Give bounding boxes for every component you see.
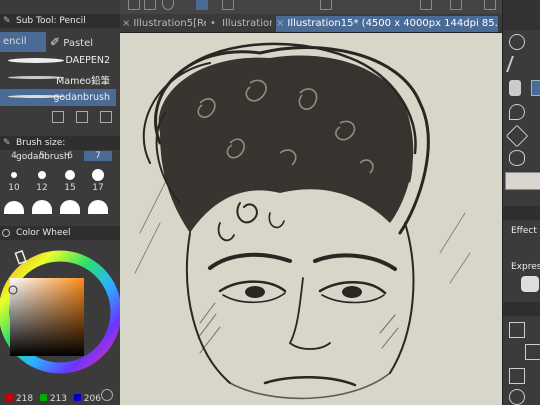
balloon-icon[interactable]	[509, 150, 525, 166]
top-toolbar	[120, 0, 502, 14]
close-icon[interactable]: •	[210, 18, 219, 29]
tool-header	[503, 0, 540, 30]
layer-mask-icon[interactable]	[525, 344, 540, 360]
document-tabs: ×Illustration5[Re • Illustration11[Re ×I…	[120, 14, 502, 33]
size-dot[interactable]	[84, 198, 112, 216]
green-swatch	[39, 394, 47, 401]
size-labels-row2: 10 12 15 17	[8, 183, 104, 193]
pen-icon[interactable]	[509, 80, 521, 96]
effect-label: Effect	[511, 226, 537, 236]
blend-icon[interactable]	[509, 104, 525, 120]
trash-icon[interactable]	[100, 111, 112, 123]
color-wheel-icon	[2, 229, 10, 237]
color-wheel-header: Color Wheel	[0, 226, 120, 240]
express-label: Express	[511, 262, 540, 272]
redo-icon[interactable]	[144, 0, 156, 10]
brush-item-mameo[interactable]: Mameo鉛筆	[0, 70, 116, 87]
size-dot[interactable]	[0, 198, 28, 216]
size-dot[interactable]	[84, 168, 112, 182]
layer-icon[interactable]	[196, 0, 208, 10]
layer-folder-icon[interactable]	[509, 368, 525, 384]
selection-icon[interactable]	[162, 0, 174, 10]
eyedropper-icon[interactable]	[506, 56, 528, 72]
size-dots-row1	[0, 168, 116, 182]
tab-illustration5[interactable]: × Illustration5[Re	[122, 16, 206, 32]
settings-icon[interactable]	[450, 0, 462, 10]
drawing-canvas[interactable]	[120, 33, 502, 405]
layer-new-icon[interactable]	[509, 322, 525, 338]
subtool-header: ✎ Sub Tool: Pencil	[0, 14, 120, 28]
color-values: 218 213 206	[0, 393, 120, 405]
red-swatch	[6, 394, 13, 401]
tab-pencil[interactable]: encil	[0, 32, 46, 52]
blue-swatch	[73, 394, 81, 401]
size-dots-row2	[0, 198, 116, 216]
size-dot[interactable]	[28, 168, 56, 182]
chevron-down-icon[interactable]	[222, 0, 234, 10]
sketch-portrait	[134, 42, 471, 400]
zoom-icon[interactable]	[509, 34, 525, 50]
undo-icon[interactable]	[128, 0, 140, 10]
color-wheel[interactable]	[0, 244, 120, 392]
visibility-icon[interactable]	[509, 389, 525, 405]
duplicate-icon[interactable]	[76, 111, 88, 123]
flip-icon[interactable]	[420, 0, 432, 10]
subtool-icon: ✎	[3, 16, 11, 26]
brush-size-header: ✎ Brush size: godanbrush	[0, 136, 120, 162]
stroke-preview	[8, 58, 64, 63]
size-dot[interactable]	[56, 168, 84, 182]
pastel-icon: ✐	[50, 35, 61, 49]
tab-illustration11[interactable]: • Illustration11[Re	[210, 16, 272, 32]
size-labels-row1: 4 5 6 7	[0, 151, 116, 161]
express-color-icon[interactable]	[521, 276, 539, 292]
size-dot[interactable]	[0, 168, 28, 182]
brush-item-daepen2[interactable]: DAEPEN2	[0, 52, 116, 69]
chevron-icon[interactable]	[484, 0, 496, 10]
tool-property-header	[503, 206, 540, 220]
left-panel: ✎ Sub Tool: Pencil encil ✐ Pastel DAEPEN…	[0, 0, 120, 405]
size-dot[interactable]	[56, 198, 84, 216]
main-color-swatch[interactable]	[505, 172, 540, 190]
close-icon[interactable]: ×	[122, 18, 130, 29]
fill-icon[interactable]	[505, 124, 529, 148]
tab-pastel[interactable]: ✐ Pastel	[46, 32, 116, 52]
transform-icon[interactable]	[320, 0, 332, 10]
tab-illustration15[interactable]: × Illustration15* (4500 x 4000px 144dpi 8…	[276, 16, 498, 32]
pencil-tool-selected[interactable]	[531, 80, 540, 96]
download-icon[interactable]	[52, 111, 64, 123]
layer-header	[503, 302, 540, 316]
right-tool-panel: Effect Express	[502, 0, 540, 405]
brush-icon: ✎	[3, 138, 11, 148]
close-icon[interactable]: ×	[276, 18, 284, 29]
size-dot[interactable]	[28, 198, 56, 216]
brush-item-godanbrush[interactable]: godanbrush	[0, 89, 116, 106]
